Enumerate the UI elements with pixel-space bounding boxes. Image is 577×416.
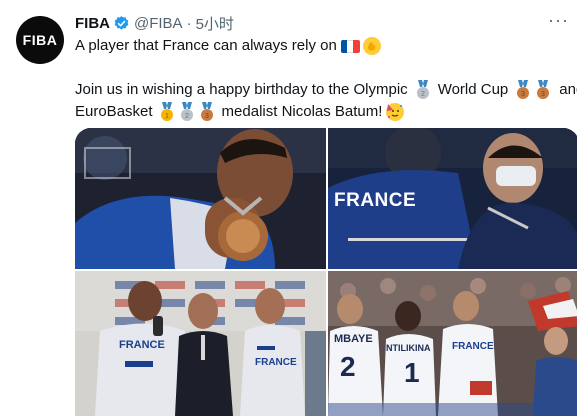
silver-medal-icon: 2 [414, 80, 432, 100]
tweet-line-2-text-b: World Cup [437, 81, 509, 98]
bronze-medal-icon: 3 [198, 102, 216, 122]
author-name[interactable]: FIBA [75, 15, 110, 32]
tweet-card[interactable]: FIBA FIBA @FIBA · 5小时 ··· A player that … [0, 0, 577, 416]
silver-medal-icon: 2 [178, 102, 196, 122]
tweet-line-3-text-a: EuroBasket [75, 103, 153, 120]
photo4-player2-number: 1 [404, 357, 420, 388]
flexed-hand-icon [362, 37, 381, 55]
tweet-header: FIBA @FIBA · 5小时 [75, 12, 234, 34]
more-icon[interactable]: ··· [548, 10, 569, 31]
svg-text:2: 2 [185, 113, 189, 120]
tweet-timestamp[interactable]: 5小时 [196, 13, 234, 34]
photo4-player1-number: 2 [340, 351, 356, 382]
tweet-line-1: A player that France can always rely on [75, 35, 575, 57]
avatar[interactable]: FIBA [16, 16, 64, 64]
tweet-line-2-text-c: and [559, 81, 577, 98]
photo4-player1-name: MBAYE [334, 333, 373, 345]
verified-badge-icon [113, 15, 130, 32]
svg-text:2: 2 [421, 91, 425, 98]
gold-medal-icon: 1 [158, 102, 176, 122]
photo3-jersey-left: FRANCE [119, 339, 165, 351]
svg-text:3: 3 [205, 113, 209, 120]
media-grid: FRANCE FRANCE FRANCE MBAYE 2 NTILIKINA 1… [75, 128, 577, 416]
photo-interview[interactable]: FRANCE FRANCE [75, 271, 326, 416]
bronze-medal-icon: 3 [514, 80, 532, 100]
party-face-icon [386, 103, 405, 121]
avatar-logo-text: FIBA [22, 32, 58, 48]
svg-text:1: 1 [165, 113, 169, 120]
photo3-jersey-right: FRANCE [255, 357, 297, 368]
svg-text:3: 3 [521, 91, 525, 98]
photo-team-celebration[interactable]: MBAYE 2 NTILIKINA 1 FRANCE [328, 271, 577, 416]
photo4-player2-name: NTILIKINA [386, 343, 431, 353]
tweet-line-1-text: A player that France can always rely on [75, 37, 337, 54]
tweet-line-2: Join us in wishing a happy birthday to t… [75, 79, 577, 101]
tweet-line-3-text-b: medalist Nicolas Batum! [221, 103, 383, 120]
tweet-line-3: EuroBasket 1 2 3 medalist Nicolas Batum! [75, 101, 575, 123]
svg-text:3: 3 [541, 91, 545, 98]
separator-dot: · [186, 14, 192, 32]
tweet-line-2-text-a: Join us in wishing a happy birthday to t… [75, 81, 408, 98]
bronze-medal-icon: 3 [534, 80, 552, 100]
photo2-jersey-text: FRANCE [334, 190, 417, 211]
photo-medal-bite[interactable] [75, 128, 326, 269]
photo-medal-ceremony[interactable]: FRANCE [328, 128, 577, 269]
flag-france-icon [340, 39, 360, 53]
photo4-player3-name: FRANCE [452, 341, 494, 352]
tweet-text: A player that France can always rely on … [75, 35, 577, 123]
author-handle[interactable]: @FIBA [134, 15, 183, 32]
